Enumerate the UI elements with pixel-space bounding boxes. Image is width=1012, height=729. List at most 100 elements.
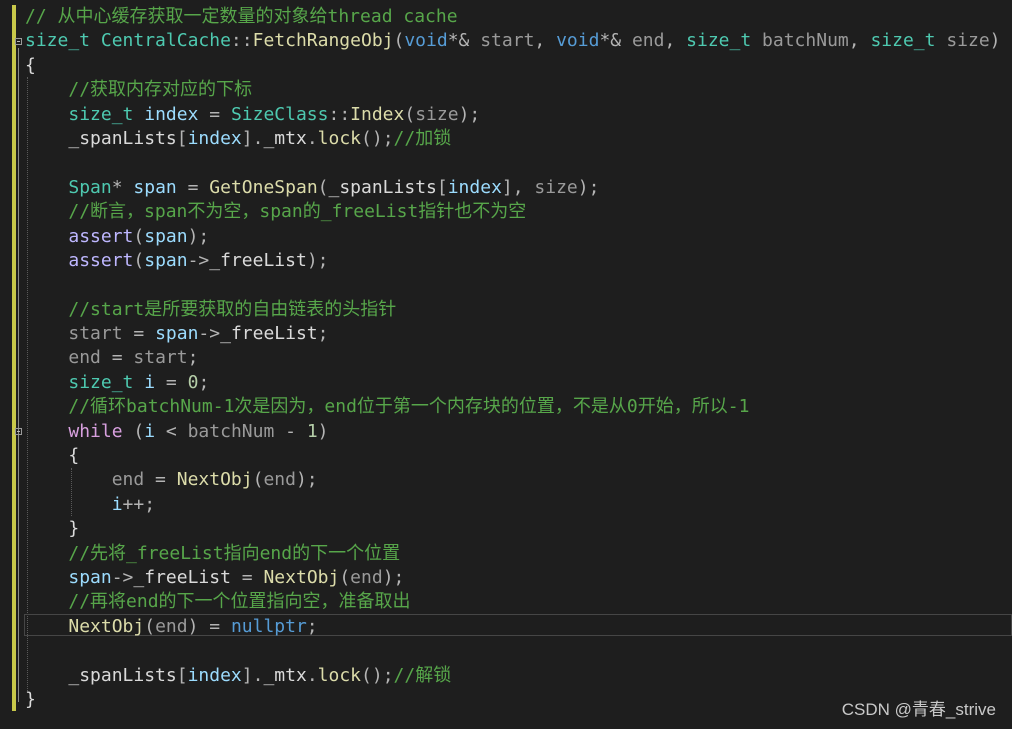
code-token: assert [68,249,134,271]
code-line[interactable]: NextObj(end) = nullptr; [25,615,1012,639]
code-token: index [447,176,502,198]
code-token: end [111,469,145,491]
code-line[interactable] [25,273,1012,297]
code-line[interactable]: size_t i = 0; [25,371,1012,395]
code-token: span [155,323,199,345]
code-line[interactable]: Span* span = GetOneSpan(_spanLists[index… [25,176,1012,200]
code-token: Index [350,103,405,125]
fold-collapse-icon[interactable] [15,38,22,45]
code-line[interactable] [25,639,1012,663]
code-line[interactable]: //start是所要获取的自由链表的头指针 [25,298,1012,322]
code-line[interactable]: while (i < batchNum - 1) [25,420,1012,444]
code-token: // 从中心缓存获取一定数量的对象给thread cache [25,6,458,27]
code-token: = [176,176,210,198]
code-line[interactable]: // 从中心缓存获取一定数量的对象给thread cache [25,5,1012,29]
code-token: //再将end的下一个位置指向空，准备取出 [68,591,411,613]
code-text[interactable]: // 从中心缓存获取一定数量的对象给thread cache size_t Cen… [25,5,1012,712]
code-token: ( [133,225,145,247]
code-line[interactable]: i++; [25,493,1012,517]
code-token: i [111,493,123,515]
code-token: ) [989,30,1001,52]
code-line[interactable]: assert(span); [25,225,1012,249]
code-token: ); [306,249,329,271]
code-token: { [25,54,36,76]
watermark: CSDN @青春_strive [841,700,996,719]
code-token: = [122,323,156,345]
code-token: start [480,30,535,52]
code-line[interactable]: span->_freeList = NextObj(end); [25,566,1012,590]
code-token: } [68,518,80,540]
code-token: Span [68,176,112,198]
code-token: , [848,30,871,52]
code-token: - [274,420,307,442]
code-token: _freeList [133,566,231,588]
code-token: } [25,688,36,710]
code-line[interactable]: { [25,444,1012,468]
code-token: ( [339,566,351,588]
code-token: assert [68,225,134,247]
code-token: = [155,371,188,393]
code-token: -> [187,249,210,271]
code-token: size_t [870,30,936,52]
code-token: end [263,469,296,491]
code-token: ); [458,103,481,125]
code-line[interactable]: size_t CentralCache::FetchRangeObj(void*… [25,29,1012,53]
code-token: (); [361,127,394,149]
code-line[interactable]: _spanLists[index]._mtx.lock();//加锁 [25,127,1012,151]
code-line[interactable]: { [25,54,1012,78]
code-token: //加锁 [393,127,452,149]
code-token: ( [144,615,156,637]
fold-collapse-icon[interactable] [15,428,22,435]
code-token: while [68,420,123,442]
code-token: span [68,566,112,588]
code-token: ; [306,615,318,637]
code-line[interactable]: start = span->_freeList; [25,322,1012,346]
code-line[interactable]: //先将_freeList指向end的下一个位置 [25,542,1012,566]
code-token: *& [599,30,632,52]
code-line[interactable] [25,151,1012,175]
code-token: ( [133,249,145,271]
code-token: //start是所要获取的自由链表的头指针 [68,298,397,320]
code-editor[interactable]: // 从中心缓存获取一定数量的对象给thread cache size_t Cen… [0,0,1012,729]
fold-region-line [18,48,19,702]
code-token: * [111,176,134,198]
code-token: :: [230,30,253,52]
code-line[interactable]: } [25,517,1012,541]
code-token: SizeClass [230,103,329,125]
code-token: NextObj [68,615,145,637]
code-line[interactable]: assert(span->_freeList); [25,249,1012,273]
code-line[interactable]: _spanLists[index]._mtx.lock();//解锁 [25,664,1012,688]
code-line[interactable]: //再将end的下一个位置指向空，准备取出 [25,590,1012,614]
code-token: (); [361,664,394,686]
code-token: nullptr [230,615,307,637]
code-line[interactable]: size_t index = SizeClass::Index(size); [25,103,1012,127]
code-token: = [198,103,231,125]
code-line[interactable]: //断言，span不为空，span的_freeList指针也不为空 [25,200,1012,224]
code-token: void [404,30,448,52]
code-token: _mtx [263,664,307,686]
code-token: //断言，span不为空，span的_freeList指针也不为空 [68,201,527,223]
code-token: //解锁 [393,664,452,686]
code-token: ); [577,176,600,198]
code-line[interactable]: //获取内存对应的下标 [25,78,1012,102]
code-line[interactable]: end = start; [25,346,1012,370]
code-token: _freeList [220,323,318,345]
code-line[interactable]: end = NextObj(end); [25,468,1012,492]
code-token: [ [436,176,448,198]
change-indicator-bar [12,5,16,711]
code-line[interactable]: //循环batchNum-1次是因为，end位于第一个内存块的位置，不是从0开始… [25,395,1012,419]
